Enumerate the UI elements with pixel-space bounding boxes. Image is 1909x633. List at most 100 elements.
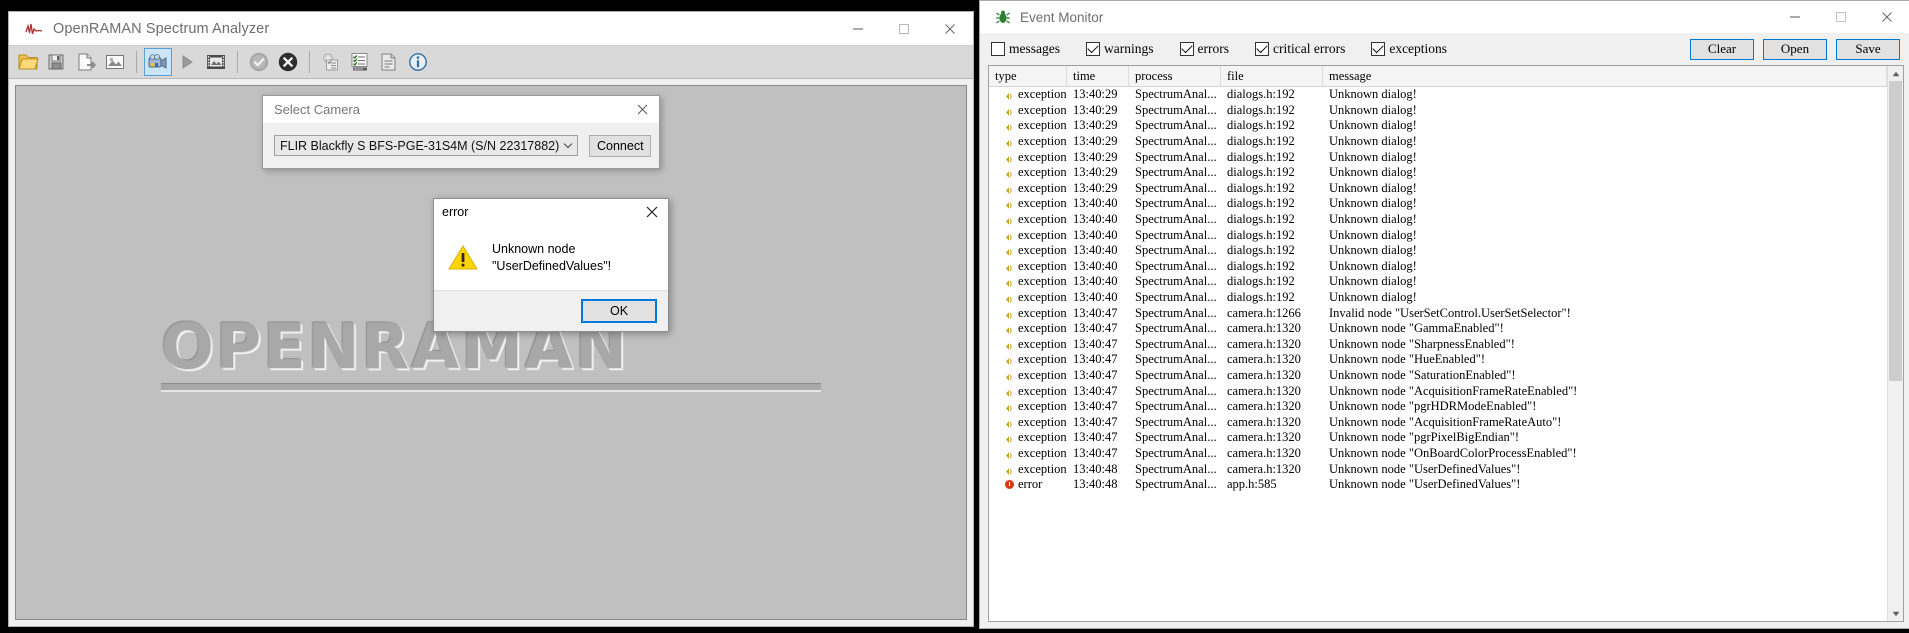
cell-file: dialogs.h:192 [1227,180,1295,195]
cell-file: camera.h:1320 [1227,352,1301,367]
column-header-type[interactable]: type [989,66,1067,86]
cell-type: exception [989,384,1067,399]
exception-icon [1005,433,1014,444]
table-row[interactable]: exception 13:40:29 SpectrumAnal... dialogs.… [989,118,1887,134]
camera-select-dropdown[interactable]: FLIR Blackfly S BFS-PGE-31S4M (S/N 22317… [274,135,579,156]
maximize-icon[interactable] [881,12,927,45]
filter-checkbox-warnings[interactable]: warnings [1086,41,1154,57]
properties-button[interactable] [375,48,403,76]
table-row[interactable]: exception 13:40:40 SpectrumAnal... dialogs.… [989,212,1887,228]
table-row[interactable]: error 13:40:48 SpectrumAnal... app.h:585 Unk… [989,477,1887,493]
export-image-button[interactable] [101,48,129,76]
close-icon[interactable] [927,12,973,45]
table-row[interactable]: exception 13:40:29 SpectrumAnal... dialogs.… [989,181,1887,197]
filter-label: critical errors [1272,41,1346,56]
cell-type-label: exception [1018,196,1067,211]
save-button[interactable]: Save [1836,38,1900,60]
table-row[interactable]: exception 13:40:47 SpectrumAnal... camera.h… [989,337,1887,353]
clear-button[interactable]: Clear [1690,38,1754,60]
cell-message: Unknown dialog! [1329,118,1417,133]
table-row[interactable]: exception 13:40:40 SpectrumAnal... dialogs.… [989,196,1887,212]
table-row[interactable]: exception 13:40:29 SpectrumAnal... dialogs.… [989,87,1887,103]
cell-type: exception [989,118,1067,133]
table-row[interactable]: exception 13:40:40 SpectrumAnal... dialogs.… [989,274,1887,290]
maximize-icon[interactable] [1818,1,1864,33]
cell-file: dialogs.h:192 [1227,290,1295,305]
table-row[interactable]: exception 13:40:29 SpectrumAnal... dialogs.… [989,103,1887,119]
calibration-button[interactable] [317,48,345,76]
close-icon[interactable] [636,199,668,225]
accept-button[interactable] [245,48,273,76]
film-button[interactable] [202,48,230,76]
open-file-button[interactable] [14,48,42,76]
scrollbar-thumb[interactable] [1889,81,1902,381]
table-row[interactable]: exception 13:40:29 SpectrumAnal... dialogs.… [989,149,1887,165]
cell-file: dialogs.h:192 [1227,118,1295,133]
cell-type: exception [989,368,1067,383]
cell-process: SpectrumAnal... [1135,290,1217,305]
exception-icon [1005,371,1014,381]
table-row[interactable]: exception 13:40:47 SpectrumAnal... camera.h… [989,383,1887,399]
select-camera-dialog: Select Camera FLIR Blackfly S BFS-PGE-31… [262,95,660,169]
cell-type: exception [989,212,1067,227]
cell-type: exception [989,399,1067,414]
cell-type-label: exception [1018,367,1067,382]
save-button[interactable] [43,48,71,76]
filter-checkbox-exceptions[interactable]: exceptions [1371,41,1447,57]
about-button[interactable] [404,48,432,76]
table-row[interactable]: exception 13:40:40 SpectrumAnal... dialogs.… [989,227,1887,243]
exception-icon [1005,168,1014,179]
column-header-time[interactable]: time [1067,66,1129,86]
close-icon[interactable] [1864,1,1909,33]
cell-time: 13:40:47 [1073,336,1118,351]
table-row[interactable]: exception 13:40:47 SpectrumAnal... camera.h… [989,352,1887,368]
cell-file: camera.h:1320 [1227,414,1301,429]
close-icon[interactable] [625,96,659,123]
ok-button[interactable]: OK [581,299,657,323]
event-list-scrollbar[interactable] [1887,66,1903,621]
exception-icon [1005,449,1014,459]
column-header-message[interactable]: message [1323,66,1887,86]
play-button[interactable] [173,48,201,76]
cell-process: SpectrumAnal... [1135,414,1217,429]
cell-type-label: exception [1018,102,1067,117]
table-row[interactable]: exception 13:40:40 SpectrumAnal... dialogs.… [989,290,1887,306]
cell-file: camera.h:1320 [1227,445,1301,460]
scroll-up-icon[interactable] [1888,66,1903,81]
table-row[interactable]: exception 13:40:40 SpectrumAnal... dialogs.… [989,243,1887,259]
table-row[interactable]: exception 13:40:47 SpectrumAnal... camera.h… [989,414,1887,430]
table-row[interactable]: exception 13:40:47 SpectrumAnal... camera.h… [989,321,1887,337]
column-header-file[interactable]: file [1221,66,1323,86]
cell-message: Invalid node "UserSetControl.UserSetSele… [1329,305,1571,320]
waveform-icon [22,22,48,36]
minimize-icon[interactable] [835,12,881,45]
cell-time: 13:40:29 [1073,180,1118,195]
table-row[interactable]: exception 13:40:29 SpectrumAnal... dialogs.… [989,134,1887,150]
cell-file: dialogs.h:192 [1227,212,1295,227]
table-row[interactable]: exception 13:40:47 SpectrumAnal... camera.h… [989,305,1887,321]
table-row[interactable]: exception 13:40:40 SpectrumAnal... dialogs.… [989,259,1887,275]
filter-checkbox-errors[interactable]: errors [1179,41,1229,57]
cell-type: exception [989,103,1067,118]
table-row[interactable]: exception 13:40:29 SpectrumAnal... dialogs.… [989,165,1887,181]
table-row[interactable]: exception 13:40:48 SpectrumAnal... camera.h… [989,461,1887,477]
table-row[interactable]: exception 13:40:47 SpectrumAnal... camera.h… [989,446,1887,462]
filter-checkbox-messages[interactable]: messages [991,41,1060,57]
minimize-icon[interactable] [1772,1,1818,33]
table-row[interactable]: exception 13:40:47 SpectrumAnal... camera.h… [989,368,1887,384]
error-dialog-titlebar: error [434,199,668,225]
copy-button[interactable] [72,48,100,76]
camera-button[interactable] [144,48,172,76]
checklist-button[interactable] [346,48,374,76]
open-button[interactable]: Open [1763,38,1827,60]
table-row[interactable]: exception 13:40:47 SpectrumAnal... camera.h… [989,430,1887,446]
connect-button[interactable]: Connect [589,134,652,157]
cell-message: Unknown node "pgrPixelBigEndian"! [1329,430,1520,445]
filter-checkbox-critical-errors[interactable]: critical errors [1254,41,1346,57]
table-row[interactable]: exception 13:40:47 SpectrumAnal... camera.h… [989,399,1887,415]
cell-file: camera.h:1320 [1227,430,1301,445]
scrollbar-track[interactable] [1888,81,1903,606]
scroll-down-icon[interactable] [1888,606,1903,621]
cancel-button[interactable] [274,48,302,76]
column-header-process[interactable]: process [1129,66,1221,86]
